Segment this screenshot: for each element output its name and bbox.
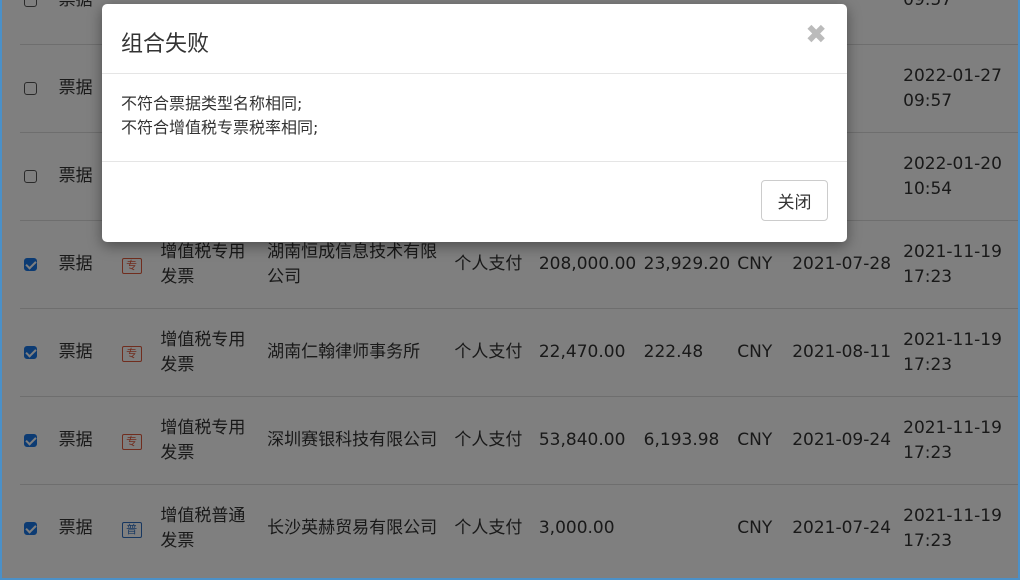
dialog-body: 不符合票据类型名称相同; 不符合增值税专票税率相同; xyxy=(102,74,847,162)
dialog-footer: 关闭 xyxy=(102,162,847,242)
app-frame: 票据09:57司票据2022-01-27 09:57方 司票据2022-01-2… xyxy=(0,0,1020,580)
error-message: 不符合增值税专票税率相同; xyxy=(121,118,319,137)
close-icon[interactable]: ✖ xyxy=(805,20,827,50)
dialog-header: 组合失败 ✖ xyxy=(102,4,847,74)
dialog-title: 组合失败 xyxy=(121,32,210,57)
close-button[interactable]: 关闭 xyxy=(761,180,828,221)
error-message: 不符合票据类型名称相同; xyxy=(121,94,303,113)
error-dialog: 组合失败 ✖ 不符合票据类型名称相同; 不符合增值税专票税率相同; 关闭 xyxy=(102,4,847,242)
